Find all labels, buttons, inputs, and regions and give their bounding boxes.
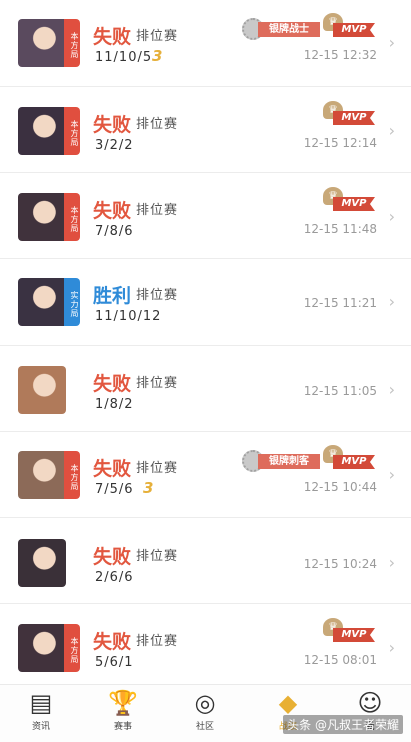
record-icon: ◆: [278, 689, 298, 717]
hero-portrait-icon: [18, 366, 66, 414]
match-time: 12-15 12:32: [303, 48, 377, 62]
multi-kill-badge: 3: [152, 47, 163, 65]
match-kda: 1/8/2: [95, 397, 134, 412]
multi-kill-badge: 3: [143, 479, 154, 497]
community-icon: ◎: [194, 689, 216, 717]
match-kda: 11/10/5: [95, 50, 153, 65]
match-kda: 7/8/6: [95, 224, 134, 239]
match-row[interactable]: 失败 排位赛 1/8/2 12-15 11:05 ›: [0, 346, 411, 432]
match-mode: 排位赛: [136, 461, 179, 476]
match-mode: 排位赛: [136, 288, 179, 303]
silver-medal-label: 银牌刺客: [258, 454, 320, 469]
profile-icon: ☺: [357, 689, 383, 717]
mvp-label: MVP: [333, 628, 375, 642]
hero-avatar: 本方局: [18, 193, 80, 241]
match-time: 12-15 10:44: [303, 480, 377, 494]
match-row[interactable]: 失败 排位赛 2/6/6 12-15 10:24 ›: [0, 518, 411, 604]
match-mode: 排位赛: [136, 203, 179, 218]
match-time: 12-15 08:01: [303, 653, 377, 667]
hero-avatar: 本方局: [18, 107, 80, 155]
mvp-badge: ♛ MVP: [323, 101, 375, 131]
hero-portrait-icon: [18, 539, 66, 587]
hero-avatar: 本方局: [18, 451, 80, 499]
match-row[interactable]: 本方局 失败 排位赛 3/2/2 ♛ MVP 12-15 12:14 ›: [0, 87, 411, 173]
match-list: 本方局 失败 排位赛 11/10/5 3 银牌战士 ♛ MVP 12-15 12:32 › 本方局失…: [0, 0, 411, 690]
match-result: 失败: [93, 373, 132, 395]
chevron-right-icon: ›: [388, 207, 395, 226]
nav-label: 赛事: [113, 722, 132, 732]
chevron-right-icon: ›: [388, 121, 395, 140]
match-mode: 排位赛: [136, 634, 179, 649]
match-kda: 5/6/1: [95, 655, 134, 670]
match-time: 12-15 11:48: [303, 222, 377, 236]
match-mode: 排位赛: [136, 376, 179, 391]
nav-label: 资讯: [31, 722, 50, 732]
mvp-badge: ♛ MVP: [323, 618, 375, 648]
trophy-icon: 🏆: [108, 689, 138, 717]
mvp-badge: ♛ MVP: [323, 187, 375, 217]
silver-medal-label: 银牌战士: [258, 22, 320, 37]
news-icon: ▤: [29, 689, 53, 717]
match-time: 12-15 10:24: [303, 557, 377, 571]
match-row[interactable]: 本方局 失败 排位赛 7/5/6 3 银牌刺客 ♛ MVP 12-15 10:44 ›: [0, 432, 411, 518]
match-quality-badge: 实力局: [64, 278, 80, 326]
match-quality-badge: 本方局: [64, 451, 80, 499]
hero-avatar: 本方局: [18, 19, 80, 67]
chevron-right-icon: ›: [388, 292, 395, 311]
mvp-badge: ♛ MVP: [323, 445, 375, 475]
match-row[interactable]: 本方局 失败 排位赛 11/10/5 3 银牌战士 ♛ MVP 12-15 12:32 ›: [0, 0, 411, 87]
match-kda: 7/5/6: [95, 482, 134, 497]
match-mode: 排位赛: [136, 29, 179, 44]
hero-avatar: 本方局: [18, 624, 80, 672]
nav-label: 社区: [195, 722, 214, 732]
watermark: 头条 @凡叔王者荣耀: [283, 715, 403, 734]
mvp-label: MVP: [333, 455, 375, 469]
hero-portrait-icon: [18, 19, 66, 67]
match-kda: 3/2/2: [95, 138, 134, 153]
match-row[interactable]: 本方局 失败 排位赛 7/8/6 ♛ MVP 12-15 11:48 ›: [0, 173, 411, 259]
chevron-right-icon: ›: [388, 33, 395, 52]
match-mode: 排位赛: [136, 117, 179, 132]
mvp-label: MVP: [333, 23, 375, 37]
match-kda: 11/10/12: [95, 309, 162, 324]
nav-item-trophy[interactable]: 🏆 赛事: [93, 689, 153, 732]
match-time: 12-15 11:21: [303, 296, 377, 310]
match-result: 失败: [93, 458, 132, 480]
match-quality-badge: 本方局: [64, 193, 80, 241]
match-result: 胜利: [93, 285, 132, 307]
hero-portrait-icon: [18, 278, 66, 326]
match-time: 12-15 11:05: [303, 384, 377, 398]
mvp-label: MVP: [333, 197, 375, 211]
hero-portrait-icon: [18, 107, 66, 155]
match-time: 12-15 12:14: [303, 136, 377, 150]
match-quality-badge: 本方局: [64, 624, 80, 672]
nav-item-community[interactable]: ◎ 社区: [175, 689, 235, 732]
match-row[interactable]: 本方局 失败 排位赛 5/6/1 ♛ MVP 12-15 08:01 ›: [0, 604, 411, 690]
match-result: 失败: [93, 26, 132, 48]
match-quality-badge: 本方局: [64, 107, 80, 155]
hero-avatar: [18, 366, 66, 414]
nav-item-news[interactable]: ▤ 资讯: [11, 689, 71, 732]
silver-medal-badge: 银牌刺客: [242, 450, 320, 472]
match-result: 失败: [93, 546, 132, 568]
hero-portrait-icon: [18, 193, 66, 241]
chevron-right-icon: ›: [388, 638, 395, 657]
chevron-right-icon: ›: [388, 380, 395, 399]
mvp-badge: ♛ MVP: [323, 13, 375, 43]
silver-medal-badge: 银牌战士: [242, 18, 320, 40]
match-result: 失败: [93, 631, 132, 653]
match-mode: 排位赛: [136, 549, 179, 564]
hero-avatar: [18, 539, 66, 587]
match-kda: 2/6/6: [95, 570, 134, 585]
hero-avatar: 实力局: [18, 278, 80, 326]
match-quality-badge: 本方局: [64, 19, 80, 67]
match-row[interactable]: 实力局 胜利 排位赛 11/10/12 12-15 11:21 ›: [0, 259, 411, 346]
chevron-right-icon: ›: [388, 465, 395, 484]
hero-portrait-icon: [18, 451, 66, 499]
match-result: 失败: [93, 114, 132, 136]
chevron-right-icon: ›: [388, 553, 395, 572]
match-result: 失败: [93, 200, 132, 222]
mvp-label: MVP: [333, 111, 375, 125]
hero-portrait-icon: [18, 624, 66, 672]
